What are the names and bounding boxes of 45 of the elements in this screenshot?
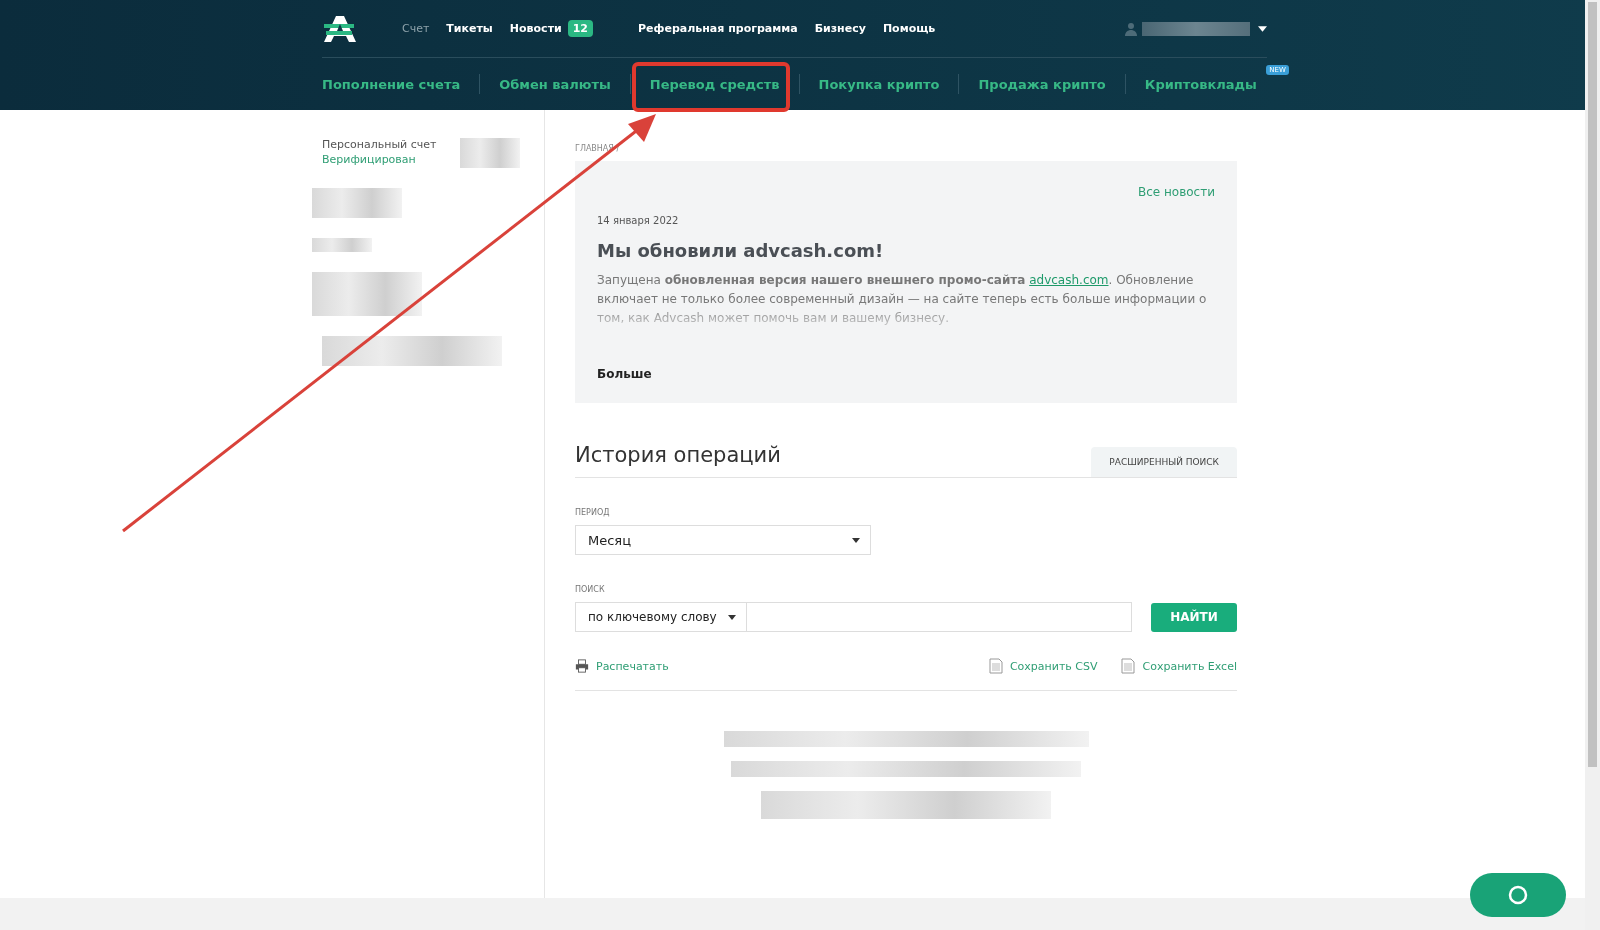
- nav-tab[interactable]: Покупка крипто: [818, 76, 940, 92]
- site-link[interactable]: advcash.com: [1029, 273, 1109, 287]
- user-icon[interactable]: [1124, 21, 1138, 36]
- nav-link[interactable]: Новости: [509, 22, 562, 35]
- redacted-block: [460, 138, 520, 168]
- field-label: ПЕРИОД: [575, 508, 611, 517]
- nav-link[interactable]: Помощь: [882, 22, 936, 35]
- nav-link[interactable]: Счет: [402, 22, 430, 35]
- nav-tab[interactable]: Пополнение счета: [322, 76, 461, 92]
- find-button[interactable]: НАЙТИ: [1151, 602, 1237, 632]
- chat-button[interactable]: [1470, 873, 1566, 917]
- all-news-link[interactable]: Все новости: [1138, 185, 1215, 199]
- document-icon[interactable]: [1121, 658, 1136, 674]
- search-field[interactable]: [747, 602, 1132, 632]
- redacted-block: [312, 238, 372, 252]
- section-title: История операций: [575, 443, 781, 469]
- document-icon[interactable]: [988, 658, 1003, 674]
- search-type-dropdown[interactable]: по ключевому слову: [575, 602, 747, 632]
- caret-icon[interactable]: [1258, 25, 1267, 32]
- print-link[interactable]: Распечатать: [596, 659, 669, 673]
- nav-tab[interactable]: Продажа крипто: [978, 76, 1106, 92]
- caret-icon: [728, 614, 736, 620]
- caret-icon: [852, 537, 860, 543]
- count-badge: 12: [567, 20, 594, 37]
- nav-tab[interactable]: Криптовклады: [1144, 76, 1257, 92]
- verification-status: Верифицирован: [322, 153, 417, 166]
- news-title: Мы обновили advcash.com!: [597, 240, 885, 261]
- nav-tab[interactable]: Обмен валюты: [499, 76, 611, 92]
- advanced-search-button[interactable]: РАСШИРЕННЫЙ ПОИСК: [1091, 447, 1237, 477]
- save-csv-link[interactable]: Сохранить CSV: [1009, 659, 1098, 673]
- field-label: ПОИСК: [575, 585, 606, 594]
- save-excel-link[interactable]: Сохранить Excel: [1142, 659, 1237, 673]
- nav-link[interactable]: Реферальная программа: [638, 22, 798, 35]
- account-label: Персональный счет: [322, 138, 437, 151]
- logo-icon[interactable]: [322, 13, 358, 44]
- chat-icon: [1508, 885, 1528, 905]
- nav-tab[interactable]: Перевод средств: [649, 76, 780, 92]
- printer-icon[interactable]: [575, 658, 589, 674]
- period-dropdown[interactable]: Месяц: [575, 525, 871, 555]
- scrollbar-thumb[interactable]: [1588, 2, 1597, 767]
- news-date: 14 января 2022: [597, 215, 680, 226]
- nav-link[interactable]: Бизнесу: [814, 22, 866, 35]
- news-text: Запущена обновленная версия нашего внешнего промо-сайта advcash.com. Обновление включает не только более современный дизайн — на сайте теперь есть больше информации о том, как Advcash может помочь вам и вашему бизнесу.: [597, 272, 1208, 327]
- nav-link[interactable]: Тикеты: [446, 22, 493, 35]
- more-link[interactable]: Больше: [597, 367, 1215, 381]
